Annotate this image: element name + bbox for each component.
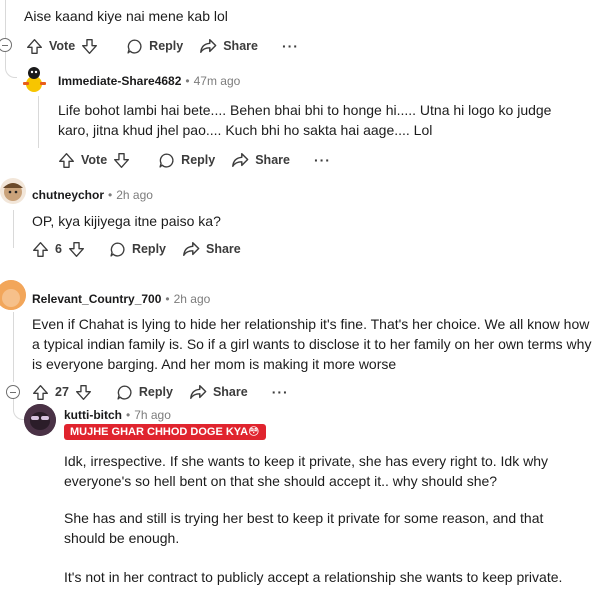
separator-dot: • — [185, 74, 190, 88]
comment-actions: 27 Reply Share ··· — [32, 380, 289, 404]
upvote-icon[interactable] — [32, 241, 49, 258]
upvote-icon[interactable] — [32, 384, 49, 401]
timestamp: 2h ago — [116, 188, 153, 202]
reply-label: Reply — [149, 39, 184, 53]
reply-label: Reply — [138, 385, 173, 399]
downvote-icon[interactable] — [75, 384, 92, 401]
vote-control: Vote — [58, 152, 130, 169]
username[interactable]: Relevant_Country_700 — [32, 292, 161, 306]
avatar[interactable] — [0, 178, 26, 204]
reply-label: Reply — [131, 242, 166, 256]
avatar[interactable] — [18, 64, 50, 96]
share-button[interactable]: Share — [189, 383, 248, 401]
reply-button[interactable]: Reply — [109, 241, 166, 258]
username[interactable]: chutneychor — [32, 188, 104, 202]
upvote-icon[interactable] — [26, 38, 43, 55]
share-button[interactable]: Share — [199, 37, 258, 55]
vote-control: 6 — [32, 241, 85, 258]
comment-actions: Vote Reply Share ··· — [58, 148, 331, 172]
username[interactable]: kutti-bitch — [64, 408, 122, 422]
reply-button[interactable]: Reply — [158, 152, 215, 169]
comment-meta: kutti-bitch • 7h ago — [64, 406, 171, 424]
reply-button[interactable]: Reply — [116, 384, 173, 401]
thread-line — [5, 0, 6, 42]
more-options-button[interactable]: ··· — [282, 38, 299, 54]
comment-bubble-icon — [116, 384, 133, 401]
separator-dot: • — [108, 188, 113, 202]
downvote-icon[interactable] — [113, 152, 130, 169]
share-icon — [231, 151, 249, 169]
comment-bubble-icon — [126, 38, 143, 55]
reply-label: Reply — [181, 153, 216, 167]
separator-dot: • — [126, 408, 131, 422]
comment-bubble-icon — [109, 241, 126, 258]
avatar[interactable] — [24, 404, 56, 436]
vote-control: 27 — [32, 384, 92, 401]
vote-count: 27 — [55, 385, 69, 399]
separator-dot: • — [165, 292, 170, 306]
timestamp: 7h ago — [134, 408, 171, 422]
reply-button[interactable]: Reply — [126, 38, 183, 55]
comment-actions: Vote Reply Share ··· — [26, 34, 299, 58]
avatar[interactable] — [0, 280, 26, 310]
timestamp: 47m ago — [193, 74, 241, 88]
share-label: Share — [212, 385, 248, 399]
share-label: Share — [223, 39, 258, 53]
share-label: Share — [206, 242, 241, 256]
comment-actions: 6 Reply Share — [32, 237, 257, 261]
comment-bubble-icon — [158, 152, 175, 169]
downvote-icon[interactable] — [68, 241, 85, 258]
comment-meta: chutneychor • 2h ago — [32, 186, 153, 204]
share-button[interactable]: Share — [231, 151, 290, 169]
comment-paragraph: She has and still is trying her best to … — [64, 510, 544, 546]
vote-count: 6 — [55, 242, 62, 256]
comment-text: Even if Chahat is lying to hide her rela… — [32, 316, 592, 372]
upvote-icon[interactable] — [58, 152, 75, 169]
user-flair: MUJHE GHAR CHHOD DOGE KYA😳 — [64, 424, 266, 440]
vote-control: Vote — [26, 38, 98, 55]
comment-paragraph: It's not in her contract to publicly acc… — [64, 569, 563, 585]
vote-label: Vote — [81, 153, 108, 167]
more-options-button[interactable]: ··· — [314, 152, 331, 168]
thread-line — [38, 96, 39, 148]
username[interactable]: Immediate-Share4682 — [58, 74, 181, 88]
collapse-button[interactable] — [6, 385, 20, 399]
comment-paragraph: Idk, irrespective. If she wants to keep … — [64, 453, 548, 489]
share-icon — [199, 37, 217, 55]
share-icon — [189, 383, 207, 401]
share-label: Share — [255, 153, 290, 167]
comment-meta: Immediate-Share4682 • 47m ago — [58, 72, 240, 90]
comment-text: Life bohot lambi hai bete.... Behen bhai… — [58, 102, 552, 138]
comment-text: Aise kaand kiye nai mene kab lol — [24, 8, 228, 24]
timestamp: 2h ago — [173, 292, 211, 306]
comment-text: OP, kya kijiyega itne paiso ka? — [32, 213, 221, 229]
thread-line — [13, 312, 14, 382]
more-options-button[interactable]: ··· — [272, 384, 289, 400]
downvote-icon[interactable] — [81, 38, 98, 55]
share-button[interactable]: Share — [182, 240, 241, 258]
vote-label: Vote — [49, 39, 76, 53]
thread-line — [13, 210, 14, 248]
share-icon — [182, 240, 200, 258]
comment-meta: Relevant_Country_700 • 2h ago — [32, 290, 210, 308]
